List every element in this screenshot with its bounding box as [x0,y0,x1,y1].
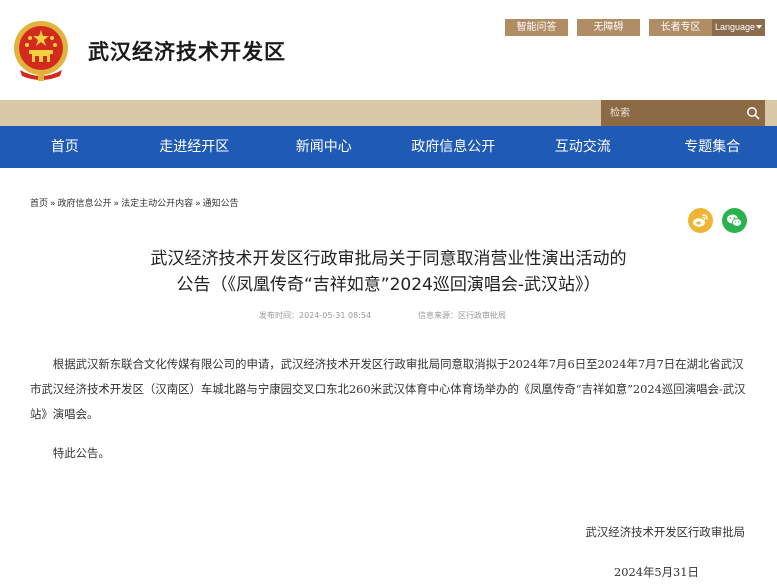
article-signature: 武汉经济技术开发区行政审批局 [585,525,745,539]
article-content: 根据武汉新东联合文化传媒有限公司的申请，武汉经济技术开发区行政审批局同意取消拟于… [30,352,750,466]
breadcrumb-statutory[interactable]: 法定主动公开内容 [121,199,193,209]
language-label: Language [715,22,756,32]
site-header: 武汉经济技术开发区 智能问答 无障碍 长者专区 Language [0,0,777,100]
smart-qa-link[interactable]: 智能问答 [505,19,568,36]
accessibility-link[interactable]: 无障碍 [577,19,640,36]
breadcrumb-separator: » [195,199,201,209]
weibo-share-button[interactable] [688,208,713,233]
breadcrumb-separator: » [113,199,120,209]
breadcrumb-home[interactable]: 首页 [30,199,48,209]
wechat-share-button[interactable] [722,208,747,233]
weibo-icon [693,214,708,227]
search-box [601,100,765,126]
breadcrumb: 首页» 政府信息公开» 法定主动公开内容» 通知公告 [30,196,239,209]
search-band [0,100,777,126]
nav-about-zone[interactable]: 走进经开区 [130,126,260,168]
search-input[interactable] [601,100,741,126]
info-source: 信息来源：区行政审批局 [418,311,506,320]
nav-news[interactable]: 新闻中心 [259,126,389,168]
nav-topics[interactable]: 专题集合 [648,126,777,168]
nav-interaction[interactable]: 互动交流 [518,126,648,168]
national-emblem-icon[interactable] [12,18,70,82]
elderly-zone-link[interactable]: 长者专区 [649,19,712,36]
nav-gov-info[interactable]: 政府信息公开 [389,126,519,168]
site-title[interactable]: 武汉经济技术开发区 [88,36,286,66]
wechat-icon [727,214,742,227]
breadcrumb-separator: » [50,199,56,209]
caret-down-icon [756,25,762,29]
breadcrumb-notices[interactable]: 通知公告 [203,199,239,209]
article-title: 武汉经济技术开发区行政审批局关于同意取消营业性演出活动的 公告（《凤凰传奇“吉祥… [20,246,757,298]
breadcrumb-gov-info[interactable]: 政府信息公开 [58,199,112,209]
article-title-line2: 公告（《凤凰传奇“吉祥如意”2024巡回演唱会-武汉站》） [176,275,601,295]
article-title-line1: 武汉经济技术开发区行政审批局关于同意取消营业性演出活动的 [150,249,627,269]
article-paragraph: 根据武汉新东联合文化传媒有限公司的申请，武汉经济技术开发区行政审批局同意取消拟于… [30,357,746,421]
nav-home[interactable]: 首页 [0,126,130,168]
main-nav: 首页 走进经开区 新闻中心 政府信息公开 互动交流 专题集合 [0,126,777,168]
search-icon[interactable] [746,106,760,120]
top-links: 智能问答 无障碍 长者专区 [505,19,712,36]
language-dropdown[interactable]: Language [712,19,765,36]
article-paragraph: 特此公告。 [52,446,110,460]
publish-time: 发布时间：2024-05-31 08:54 [259,311,372,320]
article-date: 2024年5月31日 [614,565,699,579]
